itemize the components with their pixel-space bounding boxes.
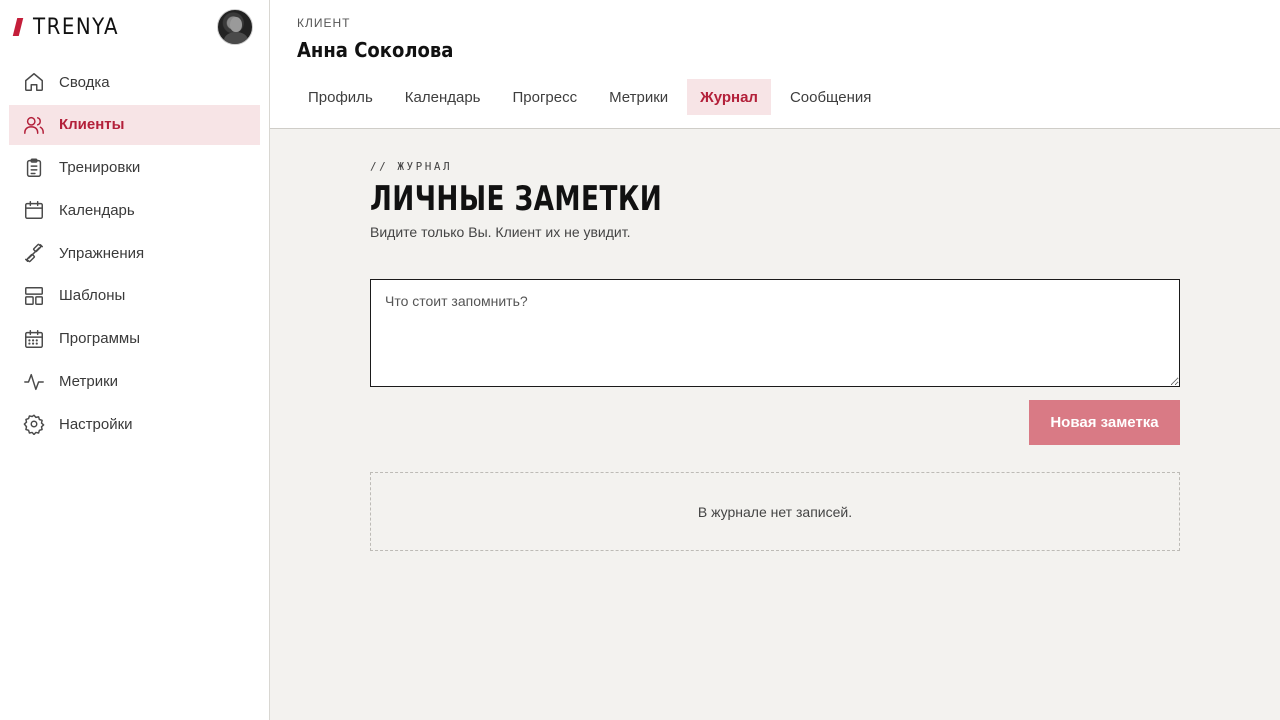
sidebar: TRENYA Сводка Клиенты Тренировки Календа… <box>0 0 270 720</box>
empty-state: В журнале нет записей. <box>370 472 1180 551</box>
sidebar-item-clients[interactable]: Клиенты <box>9 104 260 145</box>
page-title: ЛИЧНЫЕ ЗАМЕТКИ <box>370 179 663 219</box>
sidebar-item-label: Метрики <box>59 373 119 391</box>
note-textarea[interactable] <box>370 279 1180 387</box>
dumbbell-icon <box>23 242 45 264</box>
tab-journal[interactable]: Журнал <box>687 79 771 115</box>
brand-name: TRENYA <box>33 14 120 40</box>
sidebar-item-label: Программы <box>59 330 141 348</box>
sidebar-item-label: Клиенты <box>59 116 125 134</box>
sidebar-item-workouts[interactable]: Тренировки <box>9 148 260 188</box>
client-tabs: Профиль Календарь Прогресс Метрики Журна… <box>295 79 890 115</box>
clipboard-icon <box>23 157 45 179</box>
client-label: КЛИЕНТ <box>297 16 351 30</box>
sidebar-item-label: Шаблоны <box>59 287 126 305</box>
brand-mark-icon <box>12 18 24 36</box>
tab-progress[interactable]: Прогресс <box>499 79 590 115</box>
sidebar-item-label: Сводка <box>59 73 110 91</box>
empty-state-text: В журнале нет записей. <box>697 503 853 520</box>
sidebar-item-label: Календарь <box>59 201 135 219</box>
calendar-grid-icon <box>23 328 45 350</box>
sidebar-item-label: Настройки <box>59 415 133 433</box>
sidebar-nav: Сводка Клиенты Тренировки Календарь Упра… <box>9 62 260 447</box>
sidebar-item-label: Упражнения <box>59 244 145 262</box>
sidebar-item-exercises[interactable]: Упражнения <box>9 233 260 273</box>
new-note-button[interactable]: Новая заметка <box>1029 400 1180 445</box>
layout-icon <box>23 285 45 307</box>
client-header: КЛИЕНТ Анна Соколова Профиль Календарь П… <box>270 0 1280 129</box>
section-kicker: // ЖУРНАЛ <box>370 160 453 173</box>
sidebar-item-label: Тренировки <box>59 159 141 177</box>
journal-section: // ЖУРНАЛ ЛИЧНЫЕ ЗАМЕТКИ Видите только В… <box>370 160 1180 551</box>
sidebar-item-summary[interactable]: Сводка <box>9 62 260 102</box>
avatar[interactable] <box>217 9 253 45</box>
section-subtitle: Видите только Вы. Клиент их не увидит. <box>370 224 631 241</box>
sidebar-item-calendar[interactable]: Календарь <box>9 190 260 230</box>
tab-metrics[interactable]: Метрики <box>596 79 681 115</box>
client-name: Анна Соколова <box>297 38 454 62</box>
activity-icon <box>23 371 45 393</box>
sidebar-item-metrics[interactable]: Метрики <box>9 362 260 402</box>
tab-messages[interactable]: Сообщения <box>777 79 884 115</box>
brand-logo[interactable]: TRENYA <box>12 14 120 40</box>
gear-icon <box>23 413 45 436</box>
sidebar-item-settings[interactable]: Настройки <box>9 404 260 444</box>
home-icon <box>23 71 45 93</box>
tab-calendar[interactable]: Календарь <box>392 79 494 115</box>
tab-profile[interactable]: Профиль <box>295 79 386 115</box>
sidebar-item-programs[interactable]: Программы <box>9 319 260 359</box>
users-icon <box>23 114 45 136</box>
calendar-icon <box>23 199 45 221</box>
sidebar-item-templates[interactable]: Шаблоны <box>9 276 260 316</box>
